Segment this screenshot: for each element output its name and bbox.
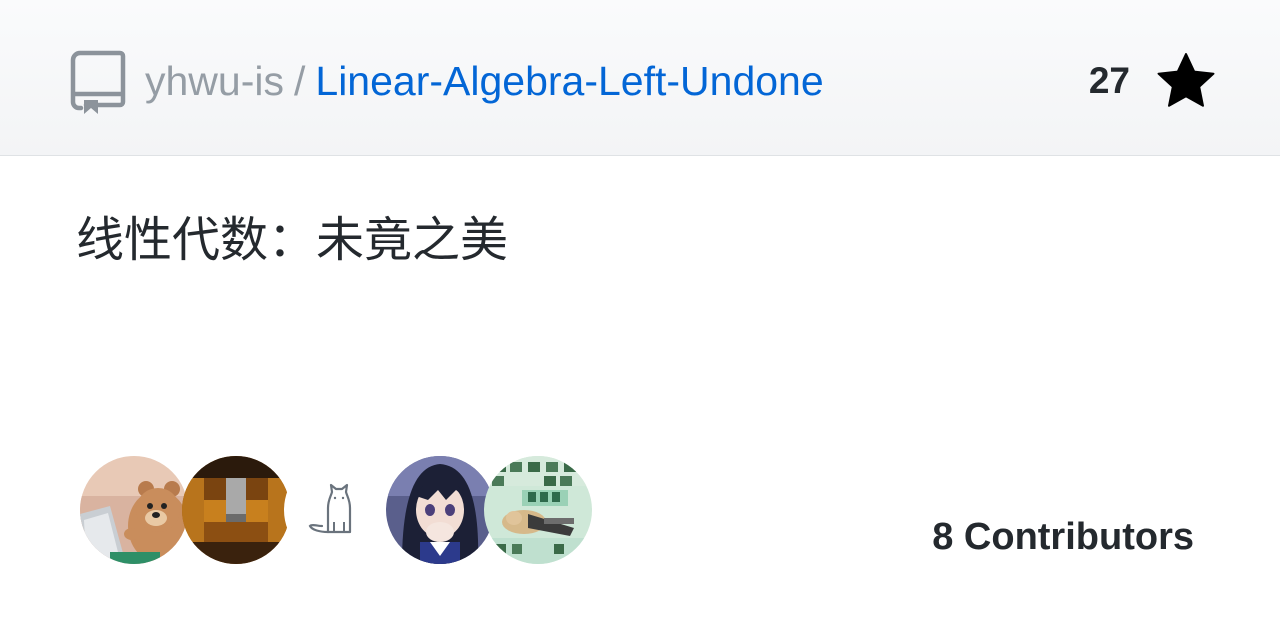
star-counter[interactable]: 27	[1089, 52, 1216, 110]
repo-owner[interactable]: yhwu-is	[145, 58, 284, 104]
contributors-count[interactable]: 8 Contributors	[932, 516, 1194, 559]
repo-header: yhwu-is / Linear-Algebra-Left-Undone 27	[0, 0, 1280, 156]
anime-girl-avatar[interactable]	[386, 456, 494, 564]
star-count: 27	[1088, 60, 1130, 101]
cat-avatar[interactable]	[284, 456, 392, 564]
meme-avatar[interactable]	[484, 456, 592, 564]
pixel-avatar[interactable]	[182, 456, 290, 564]
repo-path: yhwu-is / Linear-Algebra-Left-Undone	[145, 55, 824, 107]
repo-name-link[interactable]: Linear-Algebra-Left-Undone	[315, 58, 823, 104]
repo-icon	[70, 50, 126, 114]
star-icon	[1157, 53, 1215, 107]
bear-avatar[interactable]	[80, 456, 188, 564]
path-separator: /	[293, 58, 306, 104]
repo-description: 线性代数：未竟之美	[76, 212, 509, 268]
repo-social-card: yhwu-is / Linear-Algebra-Left-Undone 27 线性…	[0, 0, 1280, 640]
